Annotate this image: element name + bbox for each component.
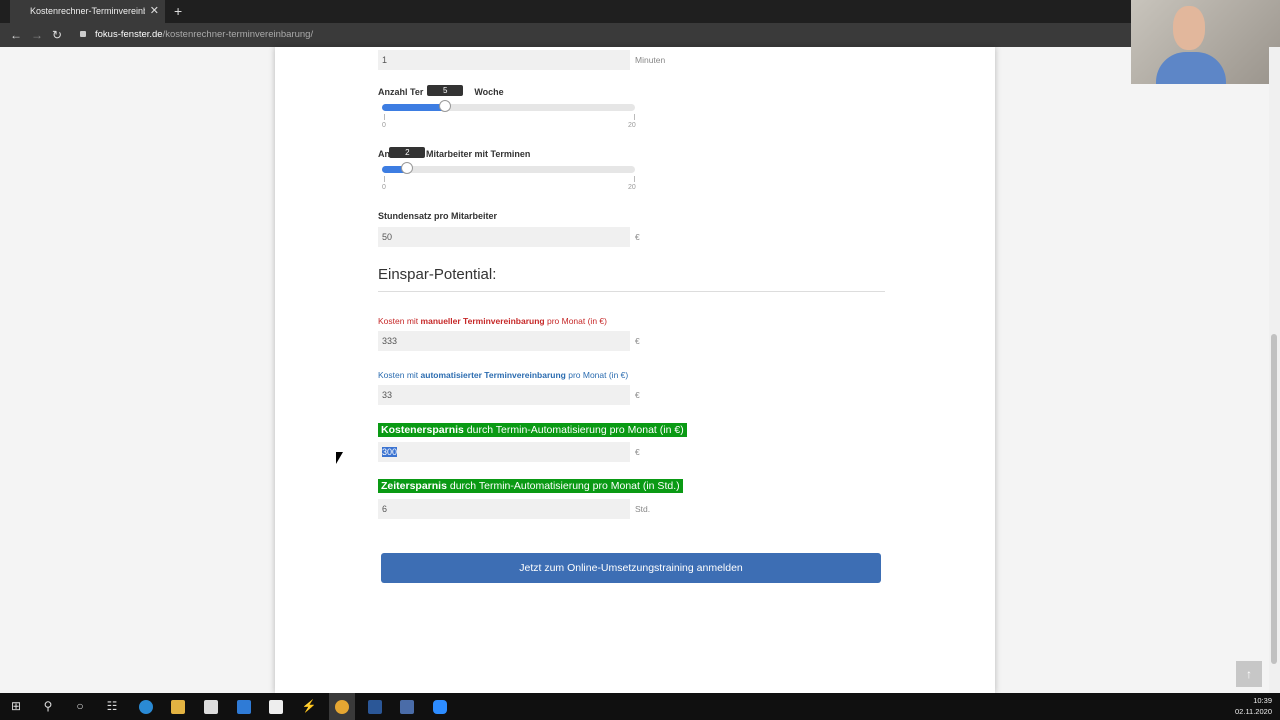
auto-prefix: Kosten mit <box>378 370 421 380</box>
slider1-track[interactable] <box>382 100 635 112</box>
new-tab-button[interactable]: + <box>174 0 182 23</box>
cost-savings-output[interactable]: 300 <box>378 442 630 462</box>
slider1-label-a: Anzahl Ter <box>378 87 424 97</box>
minutes-input[interactable]: 1 <box>378 50 630 70</box>
mouse-cursor-icon <box>336 452 343 464</box>
manual-cost-output[interactable]: 333 <box>378 331 630 351</box>
slider2-label-b: Mitarbeiter mit Terminen <box>426 149 531 159</box>
clock-date: 02.11.2020 <box>1235 707 1272 716</box>
url-path: /kostenrechner-terminvereinbarung/ <box>162 29 314 40</box>
time-savings-output[interactable]: 6 <box>378 499 630 519</box>
start-icon[interactable]: ⊞ <box>3 693 29 720</box>
time-bold: Zeitersparnis <box>381 480 447 492</box>
zoom-icon[interactable] <box>427 693 453 720</box>
cost-savings-value: 300 <box>382 447 398 457</box>
url-domain: fokus-fenster.de <box>95 29 163 40</box>
task-view-icon[interactable]: ☷ <box>99 693 125 720</box>
bolt-app-icon[interactable]: ⚡ <box>296 693 322 720</box>
time-savings-unit: Std. <box>635 504 651 514</box>
url-field[interactable]: fokus-fenster.de/kostenrechner-terminver… <box>95 23 313 47</box>
address-bar: ← → ↻ fokus-fenster.de/kostenrechner-ter… <box>0 23 1280 47</box>
slider2-handle[interactable] <box>401 162 414 174</box>
hourly-rate-label: Stundensatz pro Mitarbeiter <box>378 211 498 221</box>
cost-savings-unit: € <box>635 447 640 457</box>
browser-tab[interactable]: Kostenrechner-Terminvereinbaru ✕ <box>10 0 165 23</box>
auto-cost-unit: € <box>635 390 640 400</box>
close-tab-icon[interactable]: ✕ <box>150 0 159 23</box>
cortana-icon[interactable]: ○ <box>67 693 93 720</box>
scroll-to-top-button[interactable]: ↑ <box>1236 661 1262 687</box>
signup-button[interactable]: Jetzt zum Online-Umsetzungstraining anme… <box>381 553 881 583</box>
slider2-tick-max <box>634 176 635 182</box>
manual-bold: manueller Terminvereinbarung <box>420 316 545 326</box>
auto-cost-output[interactable]: 33 <box>378 385 630 405</box>
calculator-page: 1 Minuten Anzahl Ter Woche 5 0 20 An Mitar… <box>275 47 995 693</box>
clock-time: 10:39 <box>1253 696 1272 705</box>
slider1-label-b: Woche <box>474 87 504 97</box>
lock-icon <box>80 31 86 37</box>
time-text: durch Termin-Automatisierung pro Monat (… <box>446 480 680 492</box>
time-savings-banner: Zeitersparnis durch Termin-Automatisieru… <box>378 479 683 493</box>
hourly-rate-unit: € <box>635 232 640 242</box>
divider <box>378 291 885 292</box>
person-shirt <box>1156 52 1226 84</box>
mail-icon[interactable] <box>231 693 257 720</box>
system-clock: 10:39 02.11.2020 <box>1235 695 1272 717</box>
browser-tab-bar: Kostenrechner-Terminvereinbaru ✕ + <box>0 0 1280 23</box>
minutes-unit: Minuten <box>635 55 666 65</box>
auto-bold: automatisierter Terminvereinbarung <box>420 370 566 380</box>
slider1-min-label: 0 <box>382 122 386 129</box>
slider2-tick-min <box>384 176 385 182</box>
edge-icon[interactable] <box>133 693 159 720</box>
person-face <box>1173 6 1205 50</box>
tab-title: Kostenrechner-Terminvereinbaru <box>30 6 145 16</box>
slider1-tooltip: 5 <box>427 85 464 96</box>
slider2-label-a: An <box>378 149 390 159</box>
scroll-thumb[interactable] <box>1271 334 1277 664</box>
store-icon[interactable] <box>198 693 224 720</box>
savings-bold: Kostenersparnis <box>381 424 464 436</box>
manual-suffix: pro Monat (in €) <box>544 316 607 326</box>
slider2-max-label: 20 <box>628 184 636 191</box>
slider2-min-label: 0 <box>382 184 386 191</box>
slider1-tick-max <box>634 114 635 120</box>
manual-prefix: Kosten mit <box>378 316 421 326</box>
chrome-icon[interactable] <box>329 693 355 720</box>
word-icon[interactable] <box>362 693 388 720</box>
file-explorer-icon[interactable] <box>165 693 191 720</box>
auto-suffix: pro Monat (in €) <box>565 370 629 380</box>
webcam-overlay <box>1131 0 1280 84</box>
results-title: Einspar-Potential: <box>378 266 497 283</box>
forward-icon[interactable]: → <box>31 23 43 47</box>
calculator-icon[interactable] <box>394 693 420 720</box>
search-icon[interactable]: ⚲ <box>35 693 61 720</box>
slider1-handle[interactable] <box>439 100 452 112</box>
auto-cost-label: Kosten mit automatisierter Terminvereinb… <box>378 370 628 380</box>
slider1-tick-min <box>384 114 385 120</box>
hourly-rate-input[interactable]: 50 <box>378 227 630 247</box>
amazon-icon[interactable] <box>263 693 289 720</box>
slider2-tooltip: 2 <box>389 147 426 158</box>
slider1-max-label: 20 <box>628 122 636 129</box>
back-icon[interactable]: ← <box>10 23 22 47</box>
reload-icon[interactable]: ↻ <box>52 23 62 47</box>
savings-text: durch Termin-Automatisierung pro Monat (… <box>463 424 684 436</box>
slider2-track[interactable] <box>382 162 635 174</box>
manual-cost-unit: € <box>635 336 640 346</box>
slider1-fill <box>382 104 446 111</box>
page-scrollbar[interactable] <box>1269 47 1280 693</box>
cost-savings-banner: Kostenersparnis durch Termin-Automatisie… <box>378 423 687 437</box>
manual-cost-label: Kosten mit manueller Terminvereinbarung … <box>378 316 607 326</box>
taskbar: ⊞ ⚲ ○ ☷ ⚡ 10:39 02.11.2020 <box>0 693 1280 720</box>
